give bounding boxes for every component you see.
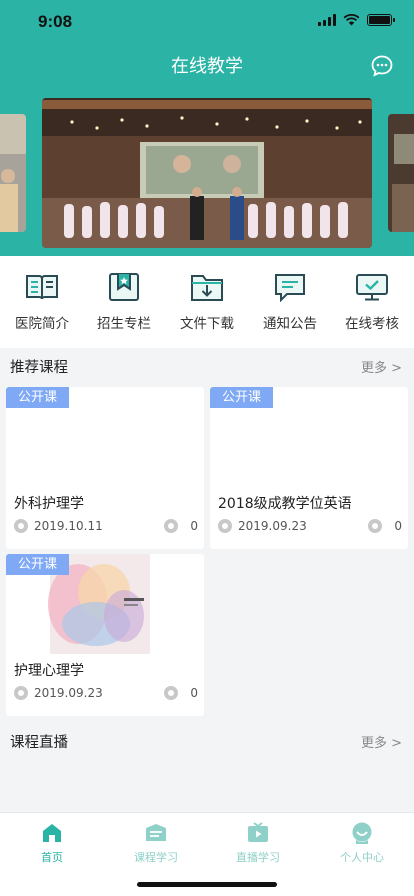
course-icon bbox=[146, 824, 166, 841]
live-more-link[interactable]: 更多 > bbox=[361, 732, 402, 751]
clock-icon bbox=[218, 519, 232, 533]
course-tag: 公开课 bbox=[210, 387, 274, 408]
course-title: 2018级成教学位英语 bbox=[218, 496, 352, 512]
header-bar: 9:08 在线教学 bbox=[0, 0, 414, 256]
view-count-icon bbox=[164, 519, 178, 533]
tab-course-study[interactable]: 课程学习 bbox=[104, 821, 208, 865]
course-date: 2019.09.23 bbox=[34, 686, 103, 700]
recommended-more-link[interactable]: 更多 > bbox=[361, 357, 402, 376]
banner-slide-next[interactable] bbox=[388, 114, 414, 232]
course-title: 外科护理学 bbox=[14, 496, 84, 512]
banner-photo[interactable] bbox=[42, 98, 372, 248]
course-title: 护理心理学 bbox=[14, 663, 84, 679]
page-title: 在线教学 bbox=[171, 56, 243, 77]
book-icon bbox=[26, 275, 58, 300]
course-view-count: 0 bbox=[394, 519, 402, 533]
tab-profile[interactable]: 个人中心 bbox=[310, 821, 414, 865]
live-tv-icon bbox=[248, 822, 268, 842]
course-card[interactable]: 公开课 2018级成教学位英语 2019.09.23 0 bbox=[210, 387, 408, 549]
live-courses-title: 课程直播 bbox=[10, 735, 68, 751]
status-time: 9:08 bbox=[38, 12, 73, 31]
quick-link-online-exam[interactable]: 在线考核 bbox=[332, 272, 412, 332]
tab-live-study[interactable]: 直播学习 bbox=[206, 821, 310, 865]
user-icon bbox=[352, 822, 372, 844]
quick-link-hospital-intro[interactable]: 医院简介 bbox=[2, 272, 82, 332]
course-view-count: 0 bbox=[190, 686, 198, 700]
course-meta: 2019.10.11 0 bbox=[14, 519, 198, 535]
course-card[interactable]: 公开课 外科护理学 2019.10.11 0 bbox=[6, 387, 204, 549]
chat-bubble-icon[interactable] bbox=[370, 54, 394, 78]
quick-links: 医院简介 招生专栏 文件下载 通知公告 在线考核 bbox=[0, 256, 414, 348]
tab-home[interactable]: 首页 bbox=[0, 821, 104, 865]
bookmark-star-icon bbox=[109, 273, 139, 301]
folder-download-icon bbox=[191, 275, 223, 301]
quick-link-notices[interactable]: 通知公告 bbox=[250, 272, 330, 332]
banner-slide-previous[interactable] bbox=[0, 114, 26, 232]
wifi-icon bbox=[343, 14, 360, 26]
cellular-signal-icon bbox=[318, 14, 336, 26]
quick-link-file-download[interactable]: 文件下载 bbox=[167, 272, 247, 332]
course-card[interactable]: 公开课 护理心理学 2019.09.23 0 bbox=[6, 554, 204, 716]
home-icon bbox=[43, 824, 61, 842]
battery-icon bbox=[367, 14, 395, 26]
course-view-count: 0 bbox=[190, 519, 198, 533]
course-meta: 2019.09.23 0 bbox=[218, 519, 402, 535]
status-bar: 9:08 bbox=[0, 0, 414, 44]
home-indicator bbox=[137, 882, 277, 887]
view-count-icon bbox=[164, 686, 178, 700]
quick-link-admissions[interactable]: 招生专栏 bbox=[84, 272, 164, 332]
course-date: 2019.10.11 bbox=[34, 519, 103, 533]
message-board-icon bbox=[275, 274, 305, 302]
monitor-check-icon bbox=[356, 274, 388, 301]
view-count-icon bbox=[368, 519, 382, 533]
clock-icon bbox=[14, 519, 28, 533]
recommended-courses-title: 推荐课程 bbox=[10, 360, 68, 376]
course-meta: 2019.09.23 0 bbox=[14, 686, 198, 702]
course-tag: 公开课 bbox=[6, 554, 70, 575]
course-tag: 公开课 bbox=[6, 387, 70, 408]
clock-icon bbox=[14, 686, 28, 700]
status-icons bbox=[318, 14, 395, 26]
course-date: 2019.09.23 bbox=[238, 519, 307, 533]
